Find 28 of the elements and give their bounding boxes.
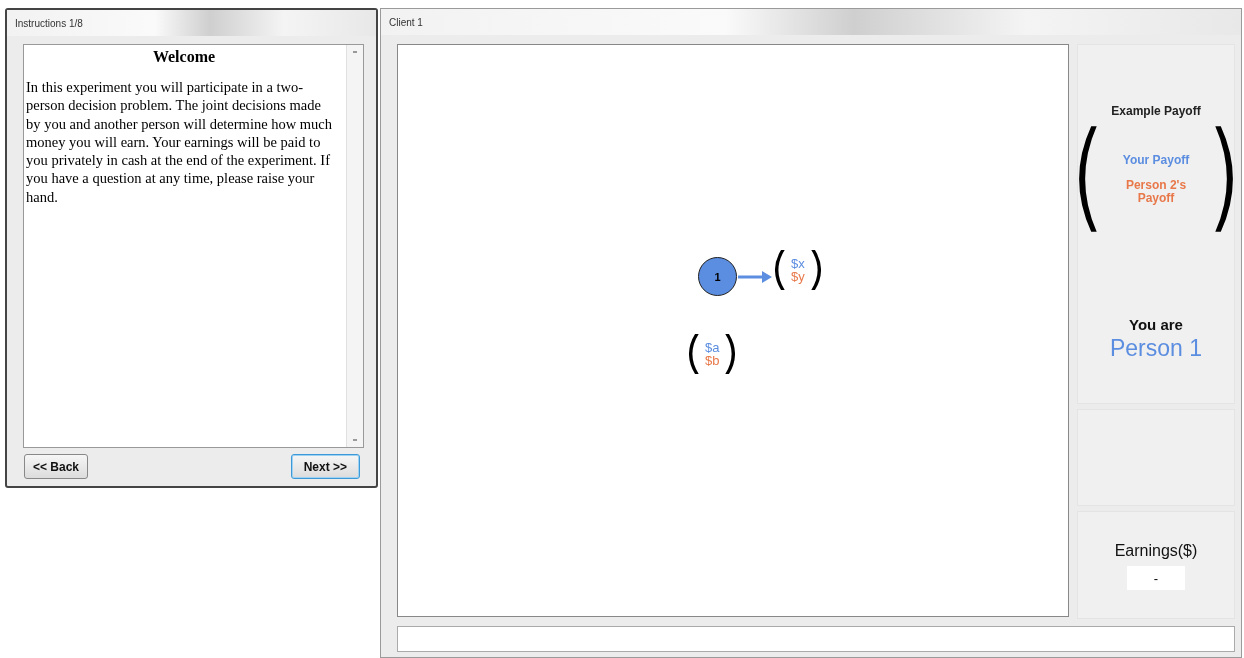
window-title: Instructions 1/8 <box>15 17 83 29</box>
your-payoff-label: Your Payoff <box>1122 153 1190 167</box>
back-button[interactable]: << Back <box>24 454 89 479</box>
right-paren-icon <box>724 333 736 375</box>
left-paren-icon <box>689 333 700 375</box>
other-payoff-label: Person 2's Payoff <box>1124 179 1188 205</box>
message-field[interactable] <box>397 626 1235 652</box>
example-payoff-title: Example Payoff <box>1111 104 1201 118</box>
left-paren-icon <box>775 249 786 291</box>
window-title: Client 1 <box>389 16 423 28</box>
scrollbar[interactable] <box>346 45 363 447</box>
left-paren-icon <box>1078 124 1100 234</box>
earnings-field: - <box>1127 566 1185 590</box>
identity-value: Person 1 <box>1109 335 1203 362</box>
identity-label: You are <box>1129 316 1183 333</box>
instructions-heading: Welcome <box>151 48 217 66</box>
right-paren-icon <box>809 249 821 291</box>
next-button[interactable]: Next >> <box>290 454 360 479</box>
payoff-value: $y <box>791 270 805 283</box>
payoff-value: $a <box>705 341 720 354</box>
earnings-label: Earnings($) <box>1114 542 1198 560</box>
scroll-down-icon[interactable] <box>353 439 357 441</box>
payoff-value: $x <box>791 257 805 270</box>
player-node: 1 <box>698 257 737 296</box>
payoff-value: $b <box>705 354 720 367</box>
right-paren-icon <box>1212 124 1234 234</box>
instructions-text: In this experiment you will participate in a two-person decision problem. The joint decisions made by you and another person will determine how much money you will earn. Your earnings will be paid to you privately in cash at the end of the experiment. If you have a question at any time, please raise your hand. <box>26 78 334 207</box>
scroll-up-icon[interactable] <box>353 51 357 53</box>
